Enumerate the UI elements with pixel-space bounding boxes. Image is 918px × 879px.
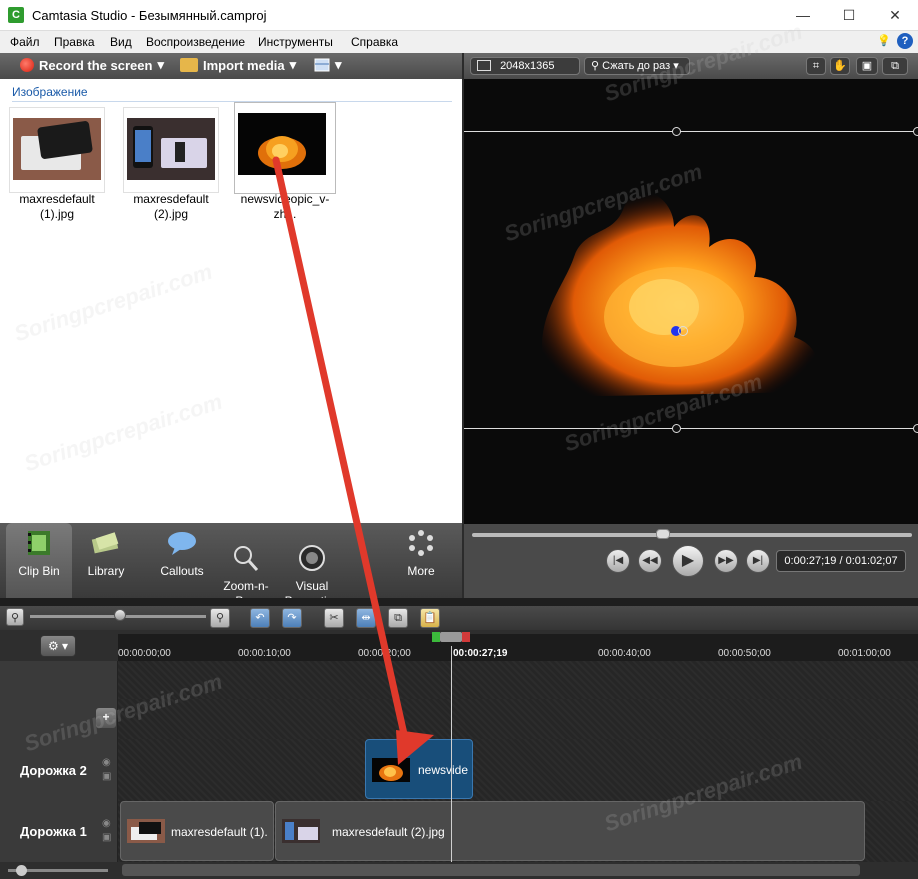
drag-arrow-annotation (272, 156, 434, 765)
